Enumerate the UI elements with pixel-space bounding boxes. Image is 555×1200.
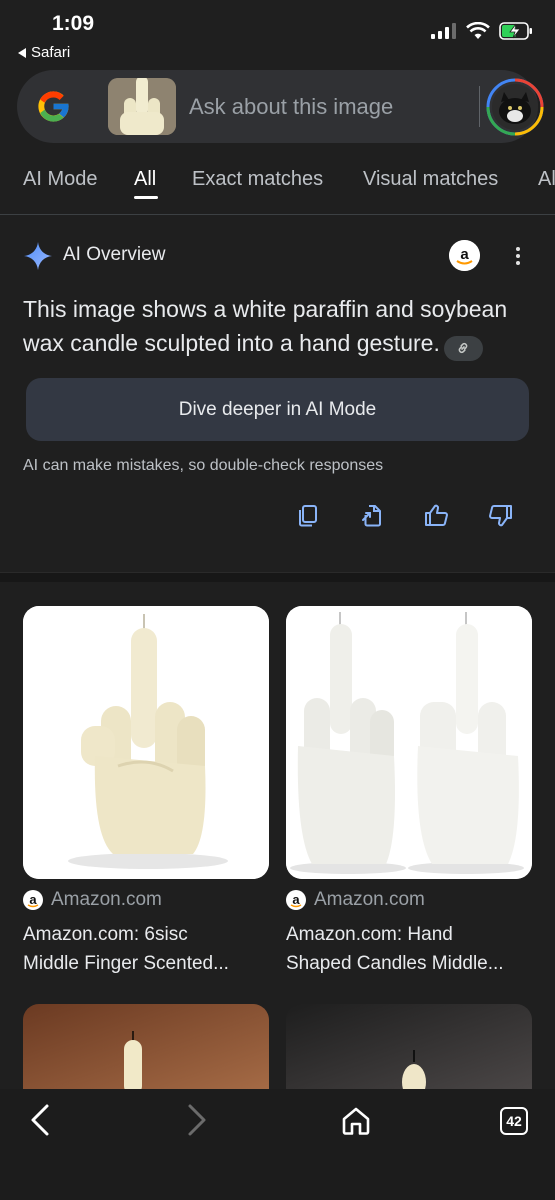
svg-text:a: a xyxy=(292,892,300,907)
result-image[interactable] xyxy=(286,1004,532,1089)
result-image[interactable] xyxy=(23,606,269,879)
tabs-divider xyxy=(0,214,555,215)
candles-pair-image xyxy=(286,606,532,879)
home-icon[interactable] xyxy=(341,1106,371,1136)
candle-brown-bg-image xyxy=(23,1004,269,1089)
tab-exact-matches[interactable]: Exact matches xyxy=(192,168,323,191)
active-tab-indicator xyxy=(134,196,158,199)
back-app-label: Safari xyxy=(31,44,71,61)
result-source-label: Amazon.com xyxy=(51,889,162,910)
result-title[interactable]: Amazon.com: Hand Shaped Candles Middle..… xyxy=(286,920,532,978)
tab-more-truncated[interactable]: Al xyxy=(538,168,555,191)
ai-feedback-actions xyxy=(296,503,513,528)
result-title-line1: Amazon.com: 6sisc xyxy=(23,924,188,945)
search-bar[interactable]: Ask about this image xyxy=(17,70,544,143)
wifi-icon xyxy=(466,22,490,39)
account-avatar[interactable] xyxy=(486,78,544,136)
more-options-icon[interactable] xyxy=(511,244,525,268)
result-source-label: Amazon.com xyxy=(314,889,425,910)
thumbs-up-icon[interactable] xyxy=(424,503,449,528)
svg-text:a: a xyxy=(29,892,37,907)
amazon-favicon-icon: a xyxy=(286,890,306,910)
candle-dark-bg-image xyxy=(286,1004,532,1089)
thumbs-down-icon[interactable] xyxy=(488,503,513,528)
search-input[interactable]: Ask about this image xyxy=(189,94,393,120)
system-icons xyxy=(431,22,533,40)
result-title-line2: Shaped Candles Middle... xyxy=(286,953,504,974)
amazon-source-icon[interactable]: a xyxy=(449,240,480,271)
ai-overview-text: This image shows a white paraffin and so… xyxy=(23,292,528,361)
tab-ai-mode[interactable]: AI Mode xyxy=(23,168,97,191)
ai-overview-body: This image shows a white paraffin and so… xyxy=(23,296,508,356)
query-image-thumbnail[interactable] xyxy=(108,78,176,135)
gemini-sparkle-icon xyxy=(24,242,52,270)
status-bar: 1:09 Safari xyxy=(0,0,555,66)
result-card[interactable]: a Amazon.com Amazon.com: 6sisc Middle Fi… xyxy=(23,606,269,974)
google-logo-icon[interactable] xyxy=(35,88,72,125)
export-icon[interactable] xyxy=(360,503,385,528)
signal-icon xyxy=(431,23,456,39)
status-time: 1:09 xyxy=(52,12,95,35)
result-image[interactable] xyxy=(23,1004,269,1089)
dive-deeper-button[interactable]: Dive deeper in AI Mode xyxy=(26,378,529,441)
result-source[interactable]: a Amazon.com xyxy=(23,889,162,911)
tab-visual-matches[interactable]: Visual matches xyxy=(363,168,498,191)
citation-link-chip[interactable] xyxy=(443,335,483,361)
back-to-app-link[interactable]: Safari xyxy=(18,44,70,61)
result-title-line2: Middle Finger Scented... xyxy=(23,953,229,974)
result-source[interactable]: a Amazon.com xyxy=(286,889,425,911)
back-triangle-icon xyxy=(18,47,26,58)
back-arrow-icon[interactable] xyxy=(28,1103,52,1137)
ai-overview-card: AI Overview a This image shows a white p… xyxy=(0,216,555,572)
amazon-favicon-icon: a xyxy=(23,890,43,910)
battery-charging-icon xyxy=(499,22,532,40)
link-icon xyxy=(459,342,468,354)
candle-image xyxy=(23,606,269,879)
ai-disclaimer: AI can make mistakes, so double-check re… xyxy=(23,457,384,474)
tab-all[interactable]: All xyxy=(134,168,156,191)
forward-arrow-icon[interactable] xyxy=(185,1103,209,1137)
copy-icon[interactable] xyxy=(296,503,321,528)
search-tabs: AI Mode All Exact matches Visual matches… xyxy=(0,160,555,215)
tabs-icon[interactable]: 42 xyxy=(500,1107,528,1135)
result-card[interactable]: a Amazon.com Amazon.com: Hand Shaped Can… xyxy=(286,606,532,974)
svg-text:a: a xyxy=(460,246,469,263)
search-divider xyxy=(479,86,480,127)
browser-toolbar: 42 xyxy=(0,1089,555,1200)
result-title[interactable]: Amazon.com: 6sisc Middle Finger Scented.… xyxy=(23,920,269,978)
result-image[interactable] xyxy=(286,606,532,879)
result-title-line1: Amazon.com: Hand xyxy=(286,924,453,945)
section-divider xyxy=(0,572,555,582)
ai-overview-title: AI Overview xyxy=(63,244,166,265)
candle-thumbnail-image xyxy=(108,78,176,135)
